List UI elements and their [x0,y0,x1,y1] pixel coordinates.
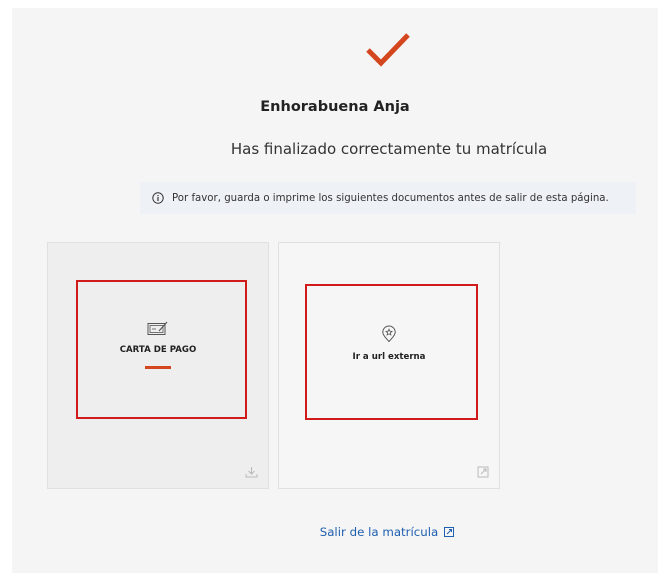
exit-enrollment-label: Salir de la matrícula [319,525,439,539]
exit-enrollment-link[interactable]: Salir de la matrícula [0,525,670,540]
highlight-box [76,280,247,419]
download-icon[interactable] [245,466,258,478]
check-icon [366,33,410,67]
highlight-box [305,284,478,420]
page-subtitle: Has finalizado correctamente tu matrícul… [230,140,548,158]
info-banner: Por favor, guarda o imprime los siguient… [140,182,636,214]
external-link-icon[interactable] [477,466,489,478]
page-title: Enhorabuena Anja [260,99,410,115]
info-banner-text: Por favor, guarda o imprime los siguient… [172,192,609,204]
info-icon [152,192,164,204]
external-link-icon [444,526,455,540]
